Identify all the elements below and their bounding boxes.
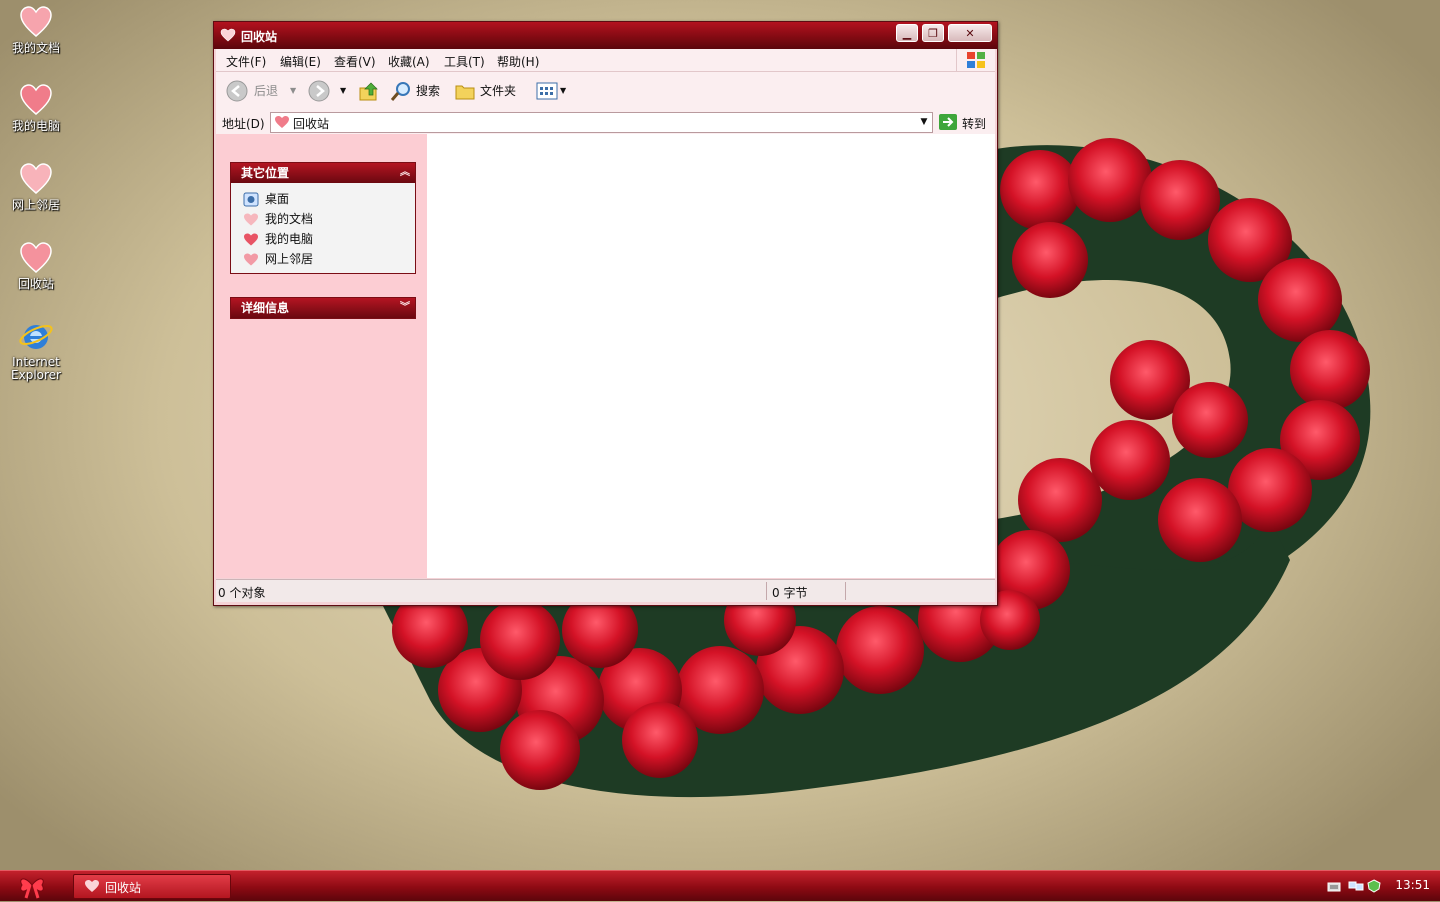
file-list-area[interactable]: [427, 134, 995, 578]
desktop-icon-my-documents[interactable]: 我的文档: [0, 4, 72, 55]
views-icon: [536, 82, 558, 100]
close-button[interactable]: ✕: [948, 24, 992, 42]
search-label: 搜索: [416, 84, 441, 98]
status-divider: [766, 582, 767, 600]
menu-tools[interactable]: 工具(T): [444, 53, 485, 70]
go-arrow-icon: [939, 114, 957, 130]
taskbar-item-label: 回收站: [105, 881, 142, 895]
task-pane: 其它位置 ︽ 桌面 我的文档 我的电脑 网上邻居 详细信息 ︾: [216, 134, 427, 578]
menu-view[interactable]: 查看(V): [334, 53, 376, 70]
search-icon: [390, 82, 410, 101]
address-value: 回收站: [293, 117, 330, 131]
heart-icon: [85, 880, 99, 892]
recycle-bin-window: 回收站 ▁ ❐ ✕ 文件(F) 编辑(E) 查看(V) 收藏(A) 工具(T) …: [213, 21, 998, 606]
ribbon-bow-icon: [20, 878, 44, 899]
desktop-icon: [243, 192, 259, 207]
network-icon[interactable]: [1348, 879, 1364, 893]
forward-arrow-icon: [308, 80, 330, 102]
expand-icon: ︾: [400, 302, 410, 313]
desktop-icon-label: Internet Explorer: [11, 355, 61, 382]
toolbar: 后退 ▼ ▼ 搜索 文件夹 ▼: [216, 72, 995, 111]
place-link-network-places[interactable]: 网上邻居: [243, 249, 407, 269]
search-button[interactable]: 搜索: [390, 80, 446, 102]
place-link-my-documents[interactable]: 我的文档: [243, 209, 407, 229]
heart-icon: [244, 213, 258, 226]
status-size: 0 字节: [772, 586, 808, 600]
up-folder-icon: [359, 82, 378, 101]
title-bar[interactable]: 回收站 ▁ ❐ ✕: [214, 22, 997, 49]
desktop-icon-label: 我的电脑: [11, 119, 60, 133]
start-button[interactable]: [14, 873, 50, 899]
maximize-button[interactable]: ❐: [922, 24, 944, 42]
minimize-button[interactable]: ▁: [896, 24, 918, 42]
chevron-down-icon[interactable]: ▼: [340, 80, 346, 102]
back-arrow-icon: [226, 80, 248, 102]
status-object-count: 0 个对象: [218, 586, 266, 600]
restore-icon: ❐: [928, 27, 938, 40]
address-bar: 地址(D) 回收站 ▼ 转到: [216, 110, 995, 134]
chevron-down-icon[interactable]: ▼: [916, 113, 932, 132]
window-title: 回收站: [241, 30, 278, 44]
chevron-down-icon: ▼: [560, 86, 567, 95]
security-shield-icon[interactable]: [1367, 879, 1381, 893]
desktop-icon-label: 我的文档: [11, 41, 60, 55]
address-input[interactable]: 回收站 ▼: [270, 112, 933, 133]
other-places-panel: 其它位置 ︽ 桌面 我的文档 我的电脑 网上邻居: [230, 162, 416, 274]
status-divider: [845, 582, 846, 600]
back-label: 后退: [254, 84, 279, 98]
place-label: 桌面: [265, 192, 290, 206]
details-panel: 详细信息 ︾: [230, 297, 416, 319]
keyboard-icon[interactable]: [1327, 881, 1341, 893]
heart-icon: [20, 163, 52, 194]
heart-icon: [20, 84, 52, 115]
system-tray: 13:51: [1320, 871, 1440, 901]
heart-icon: [244, 253, 258, 266]
folder-icon: [455, 85, 475, 100]
menu-edit[interactable]: 编辑(E): [280, 53, 321, 70]
minimize-icon: ▁: [902, 27, 912, 40]
heart-icon: [20, 242, 52, 273]
menu-help[interactable]: 帮助(H): [497, 53, 539, 70]
other-places-header[interactable]: 其它位置 ︽: [231, 163, 415, 183]
heart-icon: [220, 28, 236, 42]
back-button[interactable]: 后退 ▼: [226, 80, 296, 102]
place-link-desktop[interactable]: 桌面: [243, 189, 407, 209]
place-link-my-computer[interactable]: 我的电脑: [243, 229, 407, 249]
clock[interactable]: 13:51: [1395, 878, 1430, 892]
go-label: 转到: [962, 117, 987, 131]
collapse-icon: ︽: [400, 167, 410, 178]
menu-file[interactable]: 文件(F): [226, 53, 266, 70]
details-title: 详细信息: [241, 301, 290, 315]
desktop-icon-label: 回收站: [17, 277, 54, 291]
place-label: 我的电脑: [265, 232, 314, 246]
heart-icon: [244, 233, 258, 246]
forward-button[interactable]: ▼: [308, 80, 348, 102]
close-icon: ✕: [965, 27, 975, 40]
menu-favorites[interactable]: 收藏(A): [388, 53, 430, 70]
details-header[interactable]: 详细信息 ︾: [231, 298, 415, 318]
place-label: 网上邻居: [265, 252, 314, 266]
heart-icon: [20, 6, 52, 37]
desktop-icon-network-places[interactable]: 网上邻居: [0, 161, 72, 212]
folders-label: 文件夹: [480, 84, 517, 98]
desktop-icon-internet-explorer[interactable]: Internet Explorer: [0, 318, 72, 382]
taskbar-item-recycle-bin[interactable]: 回收站: [73, 874, 231, 899]
status-bar: 0 个对象 0 字节: [216, 579, 995, 602]
folders-button[interactable]: 文件夹: [454, 80, 524, 102]
menu-bar: 文件(F) 编辑(E) 查看(V) 收藏(A) 工具(T) 帮助(H): [216, 49, 995, 72]
desktop-icon-recycle-bin[interactable]: 回收站: [0, 240, 72, 291]
taskbar: 回收站 13:51: [0, 870, 1440, 901]
other-places-title: 其它位置: [241, 166, 290, 180]
windows-logo-icon: [956, 49, 993, 71]
heart-icon: [275, 116, 289, 128]
up-folder-button[interactable]: [358, 80, 380, 102]
desktop-icon-label: 网上邻居: [11, 198, 60, 212]
internet-explorer-icon: [19, 324, 53, 349]
place-label: 我的文档: [265, 212, 314, 226]
go-button[interactable]: 转到: [938, 112, 994, 132]
desktop-icon-my-computer[interactable]: 我的电脑: [0, 82, 72, 133]
chevron-down-icon[interactable]: ▼: [290, 80, 296, 102]
address-label: 地址(D): [222, 117, 265, 131]
views-button[interactable]: ▼: [536, 80, 572, 102]
